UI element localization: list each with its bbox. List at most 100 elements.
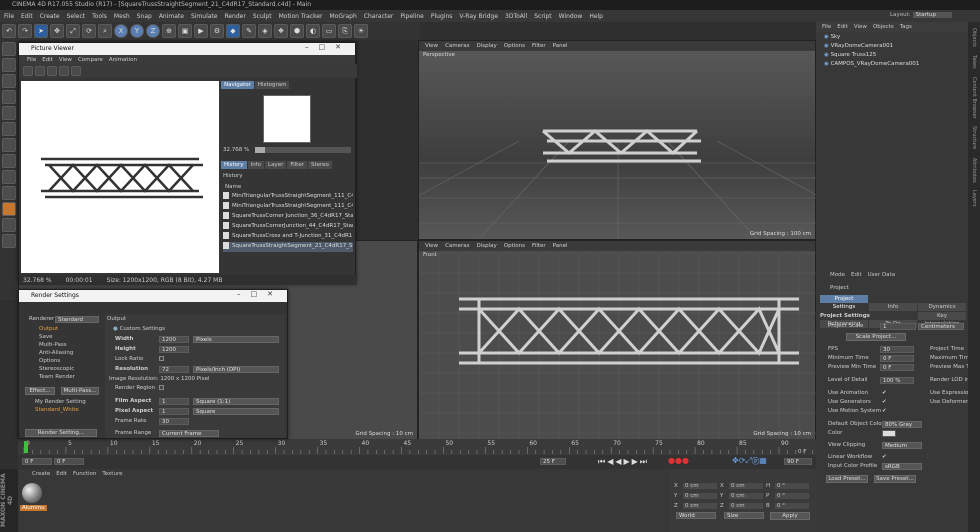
- input-color-dropdown[interactable]: sRGB: [882, 463, 922, 470]
- viewport-menu-item[interactable]: View: [425, 43, 438, 49]
- default-color-dropdown[interactable]: 80% Gray: [882, 421, 922, 428]
- move-icon[interactable]: ✥: [50, 24, 64, 38]
- axis-mode-icon[interactable]: [2, 154, 16, 168]
- menu-item[interactable]: Plugins: [431, 13, 453, 20]
- material-preview[interactable]: [22, 483, 42, 503]
- linear-workflow-check[interactable]: ✔: [882, 454, 887, 460]
- make-editable-icon[interactable]: [2, 42, 16, 56]
- preview-end-field[interactable]: 25 F: [540, 458, 566, 465]
- menu-item[interactable]: Render: [224, 13, 245, 20]
- render-region-check[interactable]: [159, 385, 164, 391]
- history-tab[interactable]: Filter: [287, 161, 307, 169]
- live-selection-icon[interactable]: ➤: [34, 24, 48, 38]
- menu-item[interactable]: File: [4, 13, 14, 20]
- render-settings-item[interactable]: Output: [21, 326, 101, 334]
- world-dropdown[interactable]: World: [676, 512, 716, 519]
- history-item[interactable]: SquareTrussCorner Junction_36_C4dR17_Sta…: [223, 212, 353, 222]
- render-settings-icon[interactable]: ⚙: [210, 24, 224, 38]
- render-settings-item[interactable]: Options: [21, 358, 101, 366]
- y-axis-lock[interactable]: Y: [130, 24, 144, 38]
- render-setting-button[interactable]: Render Setting...: [25, 429, 97, 437]
- model-mode-icon[interactable]: [2, 58, 16, 72]
- preview-start-field[interactable]: 0 F: [54, 458, 84, 465]
- resolution-field[interactable]: 72: [159, 366, 189, 373]
- viewport-menu-item[interactable]: Display: [477, 243, 497, 249]
- ab-compare-icon[interactable]: [59, 66, 69, 76]
- attribute-menu-item[interactable]: Mode: [830, 272, 845, 278]
- coord-field[interactable]: 0 cm: [683, 503, 717, 509]
- coordinate-system-icon[interactable]: ⊕: [162, 24, 176, 38]
- picture-viewer-menu-item[interactable]: Edit: [42, 57, 53, 63]
- tweak-mode-icon[interactable]: [2, 170, 16, 184]
- deformer-icon[interactable]: ◐: [306, 24, 320, 38]
- use-motion-check[interactable]: ✔: [882, 408, 887, 414]
- picture-viewer-menu-item[interactable]: File: [27, 57, 36, 63]
- camera-icon[interactable]: ⎘: [338, 24, 352, 38]
- renderer-dropdown[interactable]: Standard: [55, 316, 99, 323]
- coord-field[interactable]: 0 cm: [729, 503, 763, 509]
- history-item[interactable]: SquareTrussCross and T-Junction_31_C4dR1: [223, 232, 353, 242]
- light-icon[interactable]: ☀: [354, 24, 368, 38]
- viewport-menu-item[interactable]: Options: [504, 243, 525, 249]
- height-field[interactable]: 1200: [159, 346, 189, 353]
- attribute-menu-item[interactable]: Edit: [851, 272, 862, 278]
- project-scale-field[interactable]: 1: [880, 323, 916, 330]
- navigator-tab[interactable]: Histogram: [254, 81, 290, 89]
- side-tab[interactable]: Content Browser: [971, 77, 977, 119]
- start-frame-field[interactable]: 0 F: [22, 458, 52, 465]
- grid-icon[interactable]: [2, 234, 16, 248]
- scale-icon[interactable]: ⤢: [66, 24, 80, 38]
- material-menu-item[interactable]: Edit: [56, 471, 67, 477]
- menu-item[interactable]: Help: [589, 13, 603, 20]
- attribute-tab[interactable]: Dynamics: [918, 303, 966, 311]
- subdivision-icon[interactable]: ◈: [258, 24, 272, 38]
- undo-icon[interactable]: ↶: [2, 24, 16, 38]
- object-item[interactable]: ◉ Square Truss125: [824, 52, 980, 61]
- render-window-controls[interactable]: –□✕: [237, 290, 283, 298]
- cube-icon[interactable]: ◆: [226, 24, 240, 38]
- object-menu-item[interactable]: Tags: [900, 24, 912, 30]
- attribute-menu-item[interactable]: User Data: [868, 272, 895, 278]
- coord-field[interactable]: 0 °: [775, 503, 809, 509]
- nurbs-icon[interactable]: ⬢: [290, 24, 304, 38]
- viewport-menu-item[interactable]: Cameras: [445, 243, 469, 249]
- menu-item[interactable]: Animate: [159, 13, 184, 20]
- material-menu-item[interactable]: Texture: [102, 471, 122, 477]
- film-aspect-dropdown[interactable]: Square (1:1): [193, 398, 279, 405]
- save-preset-button[interactable]: Save Preset...: [874, 475, 916, 483]
- object-item[interactable]: ◉ VRayDomeCamera001: [824, 43, 980, 52]
- material-menu-item[interactable]: Function: [73, 471, 96, 477]
- menu-item[interactable]: Mesh: [114, 13, 130, 20]
- menu-item[interactable]: Simulate: [191, 13, 218, 20]
- zoom-icon[interactable]: [71, 66, 81, 76]
- render-settings-item[interactable]: Save: [21, 334, 101, 342]
- load-preset-button[interactable]: Load Preset...: [826, 475, 868, 483]
- object-menu-item[interactable]: Edit: [837, 24, 848, 30]
- recent-tools-icon[interactable]: ⌕: [98, 24, 112, 38]
- menu-item[interactable]: Script: [534, 13, 551, 20]
- menu-item[interactable]: 3DToAll: [505, 13, 527, 20]
- material-name[interactable]: Aluminu: [20, 505, 47, 511]
- attribute-tab[interactable]: Project Settings: [820, 295, 868, 310]
- coord-field[interactable]: 0 cm: [683, 483, 717, 489]
- side-tab[interactable]: Layers: [971, 190, 977, 207]
- viewport-menu-item[interactable]: Filter: [532, 43, 546, 49]
- array-icon[interactable]: ❖: [274, 24, 288, 38]
- render-settings-item[interactable]: Multi-Pass: [21, 342, 101, 350]
- key-tools-icon[interactable]: ✥⟳⤢Ⓟ▦: [732, 456, 767, 466]
- menu-item[interactable]: Motion Tracker: [279, 13, 323, 20]
- attribute-tab[interactable]: Info: [869, 303, 917, 311]
- history-item[interactable]: SquareTrussStraightSegment_21_C4dR17_Sta: [223, 242, 353, 252]
- edges-mode-icon[interactable]: [2, 122, 16, 136]
- polygons-mode-icon[interactable]: [2, 138, 16, 152]
- menu-item[interactable]: Sculpt: [253, 13, 272, 20]
- perspective-viewport[interactable]: View Cameras Display Options Filter Panel Per…: [418, 40, 817, 240]
- coord-field[interactable]: 0 cm: [729, 493, 763, 499]
- front-viewport[interactable]: View Cameras Display Options Filter Panel Fro…: [418, 240, 817, 440]
- menu-item[interactable]: Tools: [92, 13, 107, 20]
- object-item[interactable]: ◉ Sky: [824, 34, 980, 43]
- resolution-unit-dropdown[interactable]: Pixels/Inch (DPI): [193, 366, 279, 373]
- fps-field[interactable]: 30: [880, 346, 914, 353]
- pixel-aspect-dropdown[interactable]: Square: [193, 408, 279, 415]
- coord-field[interactable]: 0 °: [775, 483, 809, 489]
